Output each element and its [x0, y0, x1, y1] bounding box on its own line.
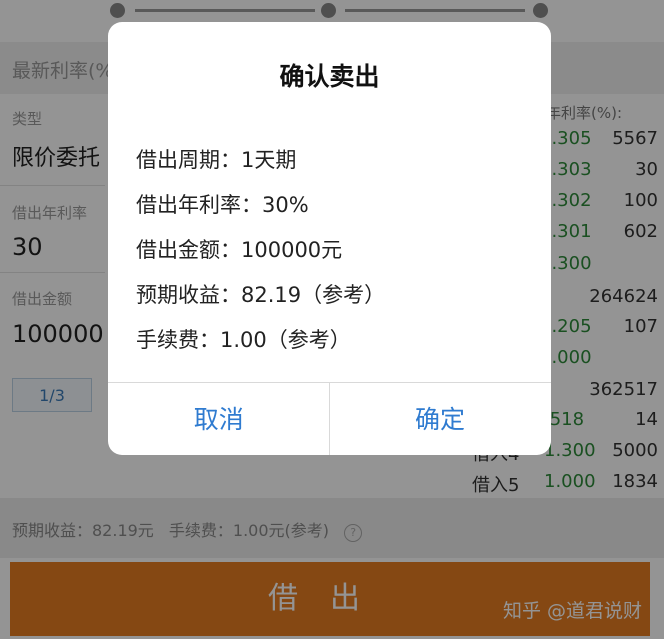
dialog-line-rate: 借出年利率：30%: [136, 193, 309, 217]
dialog-line-income: 预期收益：82.19（参考）: [136, 283, 386, 307]
dialog-line-period: 借出周期：1天期: [136, 148, 297, 172]
dialog-button-row: 取消 确定: [108, 382, 551, 455]
dialog-title: 确认卖出: [279, 62, 380, 91]
dialog-line-fee: 手续费：1.00（参考）: [136, 328, 351, 352]
confirm-button[interactable]: 确定: [329, 383, 551, 455]
dialog-line-amount: 借出金额：100000元: [136, 238, 343, 262]
confirm-sell-dialog: 确认卖出 借出周期：1天期 借出年利率：30% 借出金额：100000元 预期收…: [108, 22, 551, 455]
cancel-button[interactable]: 取消: [108, 383, 330, 455]
